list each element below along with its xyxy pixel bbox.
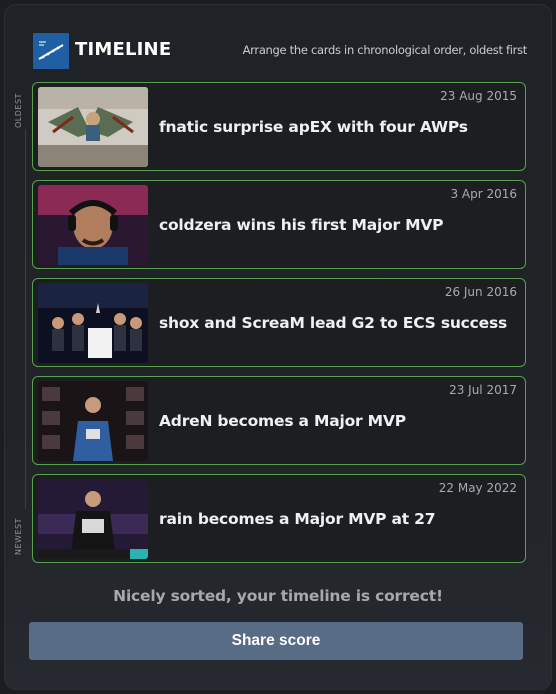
card-date: 23 Aug 2015 [440,89,517,103]
result-message: Nicely sorted, your timeline is correct! [113,587,443,605]
player-headset-photo [38,185,148,265]
share-score-button[interactable]: Share score [29,622,523,660]
team-stage-trophy-photo [38,283,148,363]
player-mvp-trophy-photo [38,479,148,559]
card-title: AdreN becomes a Major MVP [159,412,406,430]
instruction-text: Arrange the cards in chronological order… [242,43,528,57]
timeline-card[interactable]: 3 Apr 2016 coldzera wins his first Major… [32,180,526,269]
timeline-card[interactable]: 23 Jul 2017 AdreN becomes a Major MVP [32,376,526,465]
card-date: 26 Jun 2016 [444,285,517,299]
timeline-card[interactable]: 22 May 2022 rain becomes a Major MVP at … [32,474,526,563]
card-date: 3 Apr 2016 [450,187,517,201]
timeline-card[interactable]: 26 Jun 2016 shox and ScreaM lead G2 to E… [32,278,526,367]
timeline-axis-line [25,129,26,509]
card-title: shox and ScreaM lead G2 to ECS success [159,314,508,332]
timeline-card[interactable]: 23 Aug 2015 fnatic surprise apEX with fo… [32,82,526,171]
oldest-label: OLDEST [14,93,23,128]
card-date: 23 Jul 2017 [449,383,517,397]
card-title: rain becomes a Major MVP at 27 [159,510,436,528]
logo-text: TIMELINE [75,39,172,60]
card-date: 22 May 2022 [438,481,517,495]
game-panel: TIMELINE Arrange the cards in chronologi… [4,4,552,690]
player-mvp-trophy-photo [38,381,148,461]
newest-label: NEWEST [14,518,23,555]
card-title: coldzera wins his first Major MVP [159,216,444,234]
timeline-logo-icon [33,33,69,69]
card-title: fnatic surprise apEX with four AWPs [159,118,468,136]
graffiti-mural-photo [38,87,148,167]
header: TIMELINE Arrange the cards in chronologi… [33,33,527,69]
